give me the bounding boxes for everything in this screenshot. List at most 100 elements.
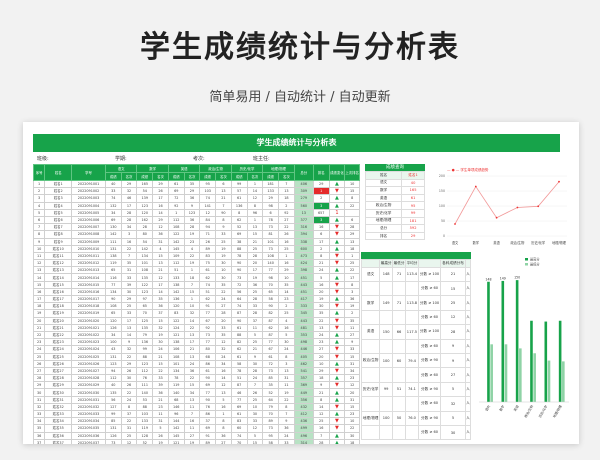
table-cell: 69 [230, 230, 248, 239]
table-cell: 姓名35 [44, 424, 73, 433]
table-cell: 11 [183, 424, 201, 433]
table-cell: 13 [293, 208, 314, 217]
table-cell: 20 [32, 316, 46, 325]
trend-point [474, 185, 477, 188]
table-cell: 姓名23 [44, 338, 73, 347]
table-cell: ▲ [328, 194, 346, 203]
table-cell: ▲ [328, 409, 346, 419]
table-cell: 353 [293, 330, 314, 340]
table-cell: 122 [167, 230, 185, 239]
table-cell: 99 [136, 345, 154, 354]
table-cell: 33 [215, 230, 232, 239]
trend-point [454, 223, 456, 225]
rank-down-icon: ▼ [335, 317, 339, 324]
stats-cell [360, 338, 381, 354]
table-cell: 2022091015 [71, 280, 106, 289]
query-row: 排名 29 [364, 231, 425, 241]
table-cell: 14 [152, 208, 169, 217]
table-cell: 2022091013 [71, 266, 106, 275]
table-row: 26 姓名26 2022091026 123 29 123 15 101 24 86 34 58 30 7… [32, 359, 360, 368]
table-cell: 69 [199, 424, 217, 433]
table-row: 31 姓名31 2022091031 56 24 53 21 68 13 90 5 77 25 64 22 3… [32, 395, 360, 404]
table-row: 37 姓名37 2022091037 73 12 52 19 121 19 89 27 70 15 58 3… [32, 438, 360, 444]
table-cell: 2022091004 [71, 201, 106, 210]
table-cell: 9 [344, 338, 360, 347]
table-cell: 133 [136, 417, 154, 426]
table-cell: 2 [278, 201, 295, 210]
table-cell: 412 [293, 409, 314, 419]
table-cell: 姓名13 [44, 266, 73, 275]
table-cell: 23 [32, 338, 46, 347]
table-cell: 108 [167, 223, 185, 232]
table-cell: 26 [246, 388, 264, 397]
table-cell: 19 [152, 330, 169, 340]
table-cell: 141 [199, 201, 217, 210]
table-cell: 24 [278, 431, 295, 440]
table-cell: 103 [136, 409, 154, 419]
table-cell: 14 [32, 273, 46, 282]
table-cell: 35 [215, 280, 232, 289]
table-cell: 109 [167, 251, 185, 261]
table-row: 34 姓名34 2022091034 85 22 133 31 144 16 37 8 83 33 89 9… [32, 417, 360, 426]
table-cell: 134 [136, 251, 154, 261]
table-cell: 24 [32, 345, 46, 354]
table-cell: 31 [344, 359, 360, 368]
stats-cell: 人 [464, 367, 472, 383]
rank-up-icon: ▲ [335, 296, 339, 303]
trend-point [537, 205, 540, 208]
table-cell: 29 [262, 194, 279, 203]
table-cell: ▼ [328, 424, 346, 433]
bar-最高分 [530, 320, 533, 402]
table-cell: 34 [120, 223, 138, 232]
table-cell: 25 [246, 338, 264, 347]
query-cell: 592 [401, 224, 425, 233]
table-cell: 姓名8 [44, 230, 73, 239]
sheet-title: 学生成绩统计与分析表 [256, 138, 337, 147]
table-cell: 91 [199, 431, 217, 440]
table-cell: 136 [230, 201, 248, 210]
stats-cell [360, 424, 381, 441]
rank-up-icon: ▲ [335, 245, 339, 252]
table-cell: 120 [167, 302, 185, 311]
stats-cell: 21 [440, 266, 466, 282]
table-cell: 116 [104, 273, 122, 282]
table-cell: 139 [136, 194, 154, 203]
table-cell: 462 [293, 359, 314, 368]
table-cell: 125 [136, 316, 154, 325]
table-cell: 36 [183, 366, 201, 376]
table-cell: 82 [230, 338, 248, 347]
x-category-label: 数学 [498, 404, 506, 412]
table-cell: 61 [262, 352, 279, 361]
stats-cell: 9 [440, 338, 466, 354]
rank-up-icon: ▲ [335, 202, 339, 209]
table-cell: 11 [344, 323, 360, 332]
table-cell: 10 [246, 402, 264, 412]
stats-row: 分数 ≥ 60 12 人 [360, 309, 472, 326]
table-cell: 姓名16 [44, 287, 73, 297]
table-cell: 9 [215, 223, 232, 232]
stats-row: 政治/生物 100 60 79.4 分数 ≥ 90 9 人 [360, 352, 472, 369]
table-cell: 18 [278, 194, 295, 203]
table-cell: 12 [120, 438, 138, 444]
query-row: 数学 165 [364, 186, 425, 195]
table-cell: 32 [120, 345, 138, 354]
query-row: 英语 61 [364, 193, 425, 203]
table-cell: 26 [32, 359, 46, 368]
stats-cell: 27 [440, 367, 466, 383]
stats-cell: 分数 ≥ 90 [417, 381, 442, 398]
table-cell: 62 [199, 273, 217, 282]
table-cell: 65 [262, 287, 279, 297]
trend-legend: — ● — 学生单项成绩趋势 [447, 167, 489, 172]
table-cell: 13 [278, 366, 295, 376]
table-cell: 13 [344, 237, 360, 246]
table-cell: 15 [246, 230, 264, 239]
table-cell: 560 [293, 201, 314, 210]
subheader-cell: 名次 [278, 172, 295, 181]
table-cell: 2022091028 [71, 374, 106, 383]
table-cell: 657 [312, 208, 330, 217]
table-cell: 12 [32, 259, 46, 268]
table-cell: 17 [183, 338, 201, 347]
table-cell: 35 [262, 381, 279, 390]
table-cell: 90 [199, 374, 217, 383]
rank-down-icon: ▼ [335, 303, 339, 310]
